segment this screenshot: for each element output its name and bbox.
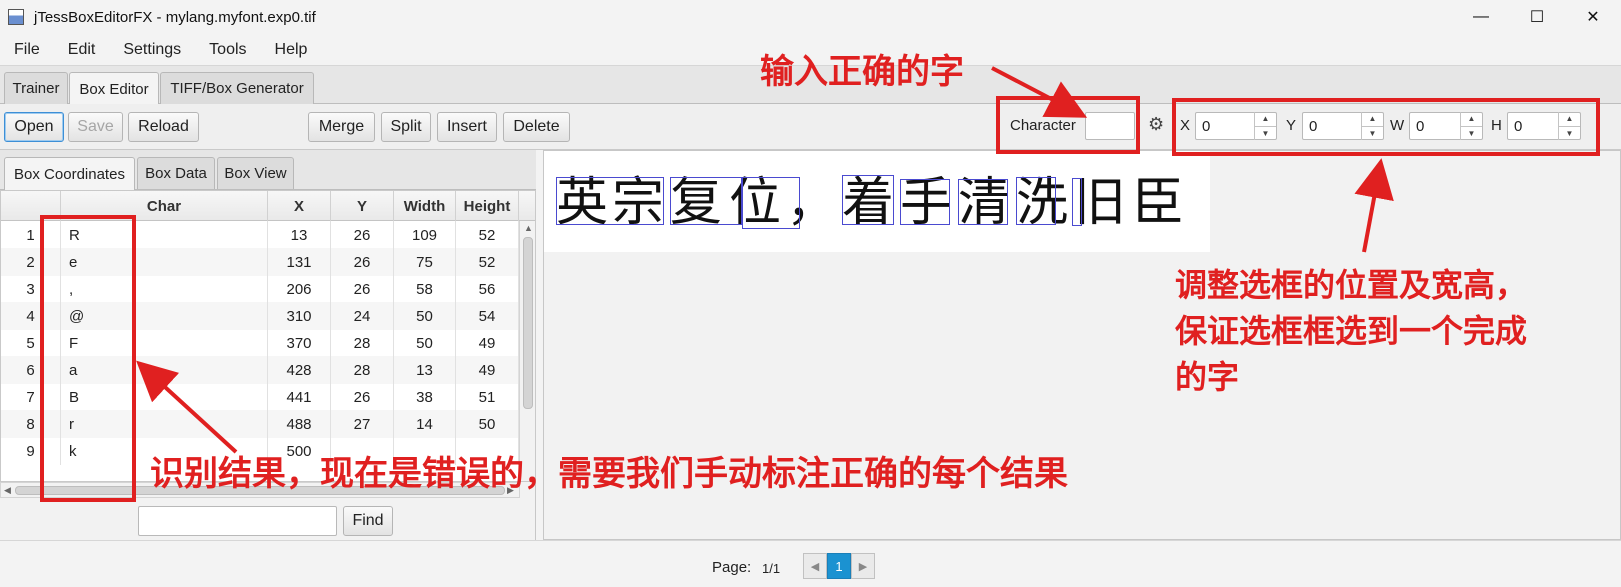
table-cell: 54 xyxy=(456,302,519,330)
bounding-box[interactable] xyxy=(842,175,894,225)
table-cell: 428 xyxy=(268,356,331,384)
tab-box-view[interactable]: Box View xyxy=(217,157,294,189)
status-bar: Page: 1/1 ◀ 1 ▶ xyxy=(0,540,1621,587)
table-cell: 50 xyxy=(394,329,456,357)
table-cell: 26 xyxy=(331,383,394,411)
image-glyph: 臣 xyxy=(1132,173,1185,233)
tab-box-data[interactable]: Box Data xyxy=(137,157,215,189)
table-cell: 51 xyxy=(456,383,519,411)
table-cell: 441 xyxy=(268,383,331,411)
table-cell: 58 xyxy=(394,275,456,303)
annotation-adjust-box: 调整选框的位置及宽高， 保证选框框选到一个完成 的字 xyxy=(1175,262,1527,400)
annotation-input-char: 输入正确的字 xyxy=(760,52,964,92)
table-cell: 50 xyxy=(394,302,456,330)
close-icon[interactable]: ✕ xyxy=(1565,0,1621,34)
page-1-button[interactable]: 1 xyxy=(827,553,851,579)
split-button[interactable]: Split xyxy=(381,112,431,142)
window-title: jTessBoxEditorFX - mylang.myfont.exp0.ti… xyxy=(34,8,316,26)
window-controls: — ☐ ✕ xyxy=(1453,0,1621,34)
minimize-icon[interactable]: — xyxy=(1453,0,1509,34)
table-cell: 14 xyxy=(394,410,456,438)
table-cell: 75 xyxy=(394,248,456,276)
delete-button[interactable]: Delete xyxy=(503,112,570,142)
open-button[interactable]: Open xyxy=(4,112,64,142)
table-cell: 26 xyxy=(331,248,394,276)
table-cell: 49 xyxy=(456,356,519,384)
table-cell: 26 xyxy=(331,275,394,303)
column-header-width[interactable]: Width xyxy=(394,191,456,221)
maximize-icon[interactable]: ☐ xyxy=(1509,0,1565,34)
table-cell: 24 xyxy=(331,302,394,330)
box-image[interactable]: 英宗复位，着手清洗旧臣 xyxy=(544,151,1210,252)
tab-box-coordinates[interactable]: Box Coordinates xyxy=(4,157,135,190)
menu-settings[interactable]: Settings xyxy=(109,41,195,59)
save-button[interactable]: Save xyxy=(68,112,123,142)
char-column-highlight-box xyxy=(40,215,136,502)
page-count: 1/1 xyxy=(762,561,781,576)
gear-icon[interactable]: ⚙ xyxy=(1148,114,1164,135)
table-cell: 50 xyxy=(456,410,519,438)
scrollbar-thumb[interactable] xyxy=(523,237,533,409)
find-input[interactable] xyxy=(138,506,337,536)
annotation-line: 的字 xyxy=(1175,358,1240,396)
tab-trainer[interactable]: Trainer xyxy=(4,72,68,104)
page-label: Page: xyxy=(712,559,752,576)
menu-tools[interactable]: Tools xyxy=(195,41,260,59)
menu-help[interactable]: Help xyxy=(261,41,322,59)
bounding-box[interactable] xyxy=(1016,177,1056,225)
table-cell: 26 xyxy=(331,221,394,249)
table-cell: 28 xyxy=(331,329,394,357)
chevron-left-icon[interactable]: ◀ xyxy=(803,553,827,579)
table-cell: 52 xyxy=(456,221,519,249)
bounding-box[interactable] xyxy=(900,179,950,225)
table-cell: 13 xyxy=(394,356,456,384)
tab-tiff-box-generator[interactable]: TIFF/Box Generator xyxy=(160,72,314,104)
table-cell: 49 xyxy=(456,329,519,357)
find-button[interactable]: Find xyxy=(343,506,393,536)
column-header-y[interactable]: Y xyxy=(331,191,394,221)
tab-box-editor[interactable]: Box Editor xyxy=(69,72,159,105)
column-header-height[interactable]: Height xyxy=(456,191,519,221)
merge-button[interactable]: Merge xyxy=(308,112,375,142)
coordinates-highlight-box xyxy=(1172,98,1600,156)
menu-file[interactable]: File xyxy=(0,41,54,59)
chevron-right-icon[interactable]: ▶ xyxy=(851,553,875,579)
table-cell: 28 xyxy=(331,356,394,384)
column-header-x[interactable]: X xyxy=(268,191,331,221)
bounding-box[interactable] xyxy=(958,179,1008,225)
reload-button[interactable]: Reload xyxy=(128,112,199,142)
table-cell: 488 xyxy=(268,410,331,438)
table-cell: 109 xyxy=(394,221,456,249)
menu-edit[interactable]: Edit xyxy=(54,41,110,59)
chevron-left-icon[interactable]: ◀ xyxy=(4,485,11,496)
table-cell: 370 xyxy=(268,329,331,357)
bounding-box[interactable] xyxy=(1072,178,1082,226)
chevron-up-icon[interactable]: ▲ xyxy=(524,223,533,233)
table-cell: 206 xyxy=(268,275,331,303)
annotation-line: 调整选框的位置及宽高， xyxy=(1175,266,1528,304)
title-bar: jTessBoxEditorFX - mylang.myfont.exp0.ti… xyxy=(0,0,1621,34)
table-cell: 131 xyxy=(268,248,331,276)
vertical-scrollbar[interactable]: ▲ xyxy=(519,221,535,481)
annotation-recognition: 识别结果，现在是错误的，需要我们手动标注正确的每个结果 xyxy=(150,454,1068,494)
table-cell: 52 xyxy=(456,248,519,276)
box-tabs: Box Coordinates Box Data Box View xyxy=(0,150,536,190)
table-cell: 310 xyxy=(268,302,331,330)
app-icon xyxy=(8,9,24,25)
annotation-line: 保证选框框选到一个完成 xyxy=(1175,312,1528,350)
table-cell: 38 xyxy=(394,383,456,411)
insert-button[interactable]: Insert xyxy=(437,112,497,142)
character-highlight-box xyxy=(996,96,1140,154)
table-cell: 13 xyxy=(268,221,331,249)
bounding-box[interactable] xyxy=(556,177,664,225)
bounding-box[interactable] xyxy=(742,177,800,229)
table-cell: 56 xyxy=(456,275,519,303)
bounding-box[interactable] xyxy=(670,177,742,225)
table-cell: 27 xyxy=(331,410,394,438)
